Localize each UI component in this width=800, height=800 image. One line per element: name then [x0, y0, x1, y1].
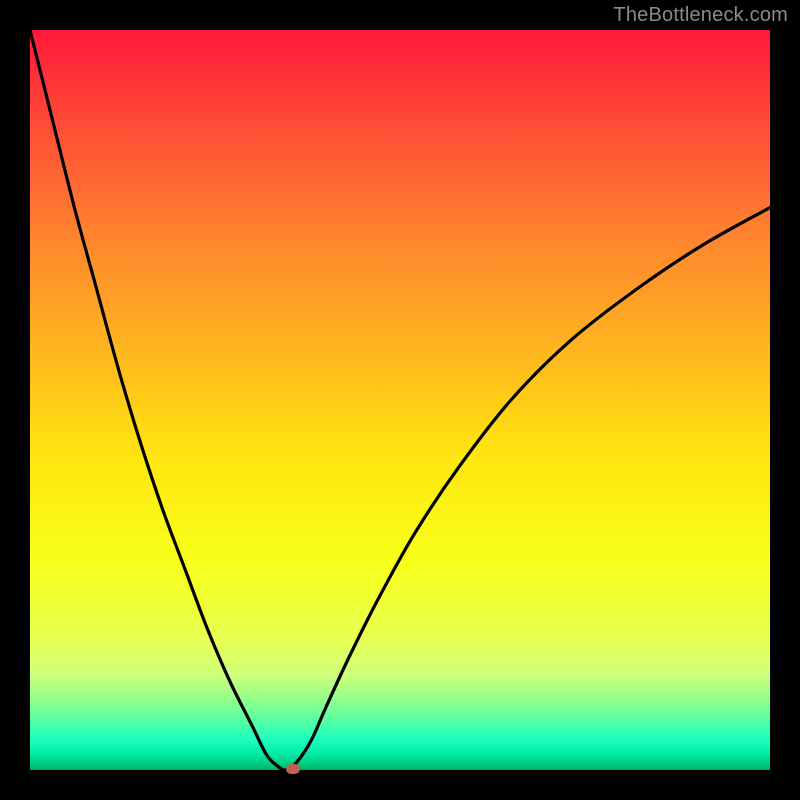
plot-area [30, 30, 770, 770]
optimal-point-marker [286, 764, 300, 774]
watermark-text: TheBottleneck.com [613, 4, 788, 27]
chart-frame: TheBottleneck.com [0, 0, 800, 800]
bottleneck-curve [30, 30, 770, 770]
